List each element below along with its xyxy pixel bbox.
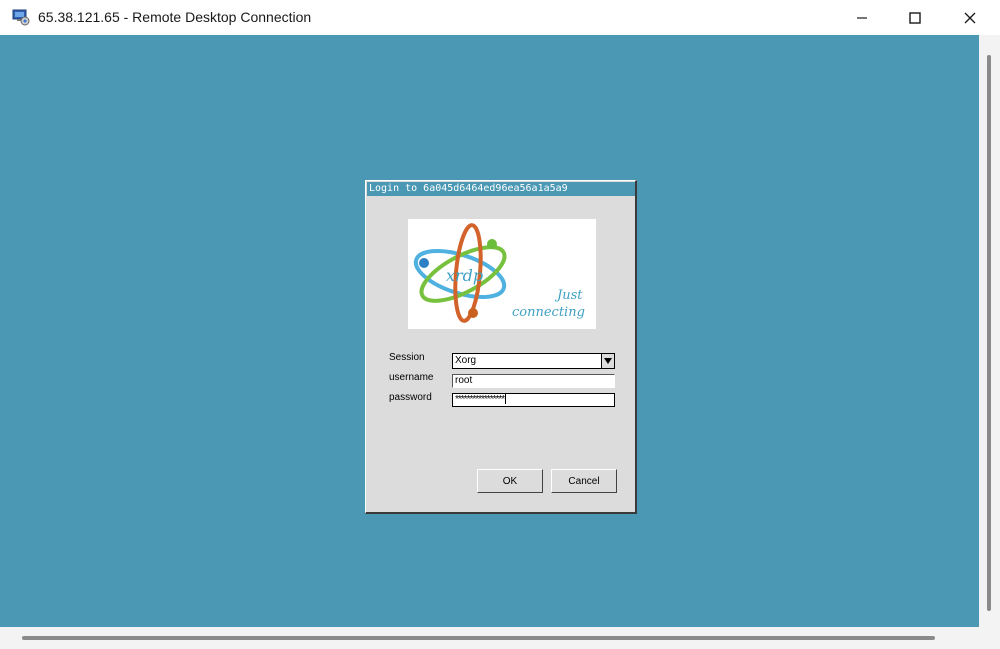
xrdp-logo: xrdp Just connecting: [408, 219, 596, 329]
logo-tagline-connecting: connecting: [512, 305, 585, 320]
username-value: root: [455, 375, 473, 386]
maximize-button[interactable]: [892, 0, 938, 35]
vertical-scrollbar-thumb[interactable]: [987, 55, 991, 611]
cancel-button[interactable]: Cancel: [551, 469, 617, 493]
session-label: Session: [389, 352, 425, 363]
remote-desktop-icon: [12, 8, 30, 26]
horizontal-scrollbar[interactable]: [0, 627, 979, 649]
ok-button[interactable]: OK: [477, 469, 543, 493]
username-field[interactable]: root: [452, 374, 615, 388]
close-button[interactable]: [947, 0, 993, 35]
session-select[interactable]: Xorg: [452, 353, 615, 369]
password-label: password: [389, 392, 432, 403]
chevron-down-icon[interactable]: [601, 354, 614, 368]
minimize-icon: [857, 16, 867, 19]
username-label: username: [389, 372, 434, 383]
session-select-value: Xorg: [455, 355, 477, 366]
window-title-bar: 65.38.121.65 - Remote Desktop Connection: [0, 0, 1000, 35]
login-dialog: Login to 6a045d6464ed96ea56a1a5a9 xrdp J…: [365, 180, 637, 514]
scrollbar-corner: [979, 627, 1000, 649]
vertical-scrollbar[interactable]: [979, 35, 1000, 627]
password-value: *****************: [455, 394, 505, 405]
minimize-button[interactable]: [839, 0, 885, 35]
dialog-title: Login to 6a045d6464ed96ea56a1a5a9: [367, 182, 635, 196]
xrdp-wordmark: xrdp: [446, 266, 483, 285]
password-field[interactable]: *****************: [452, 393, 615, 407]
close-icon: [964, 12, 976, 23]
horizontal-scrollbar-thumb[interactable]: [22, 636, 935, 640]
maximize-icon: [909, 11, 921, 24]
logo-tagline-just: Just: [557, 288, 583, 303]
text-caret: [505, 394, 507, 405]
window-title: 65.38.121.65 - Remote Desktop Connection: [38, 9, 312, 25]
